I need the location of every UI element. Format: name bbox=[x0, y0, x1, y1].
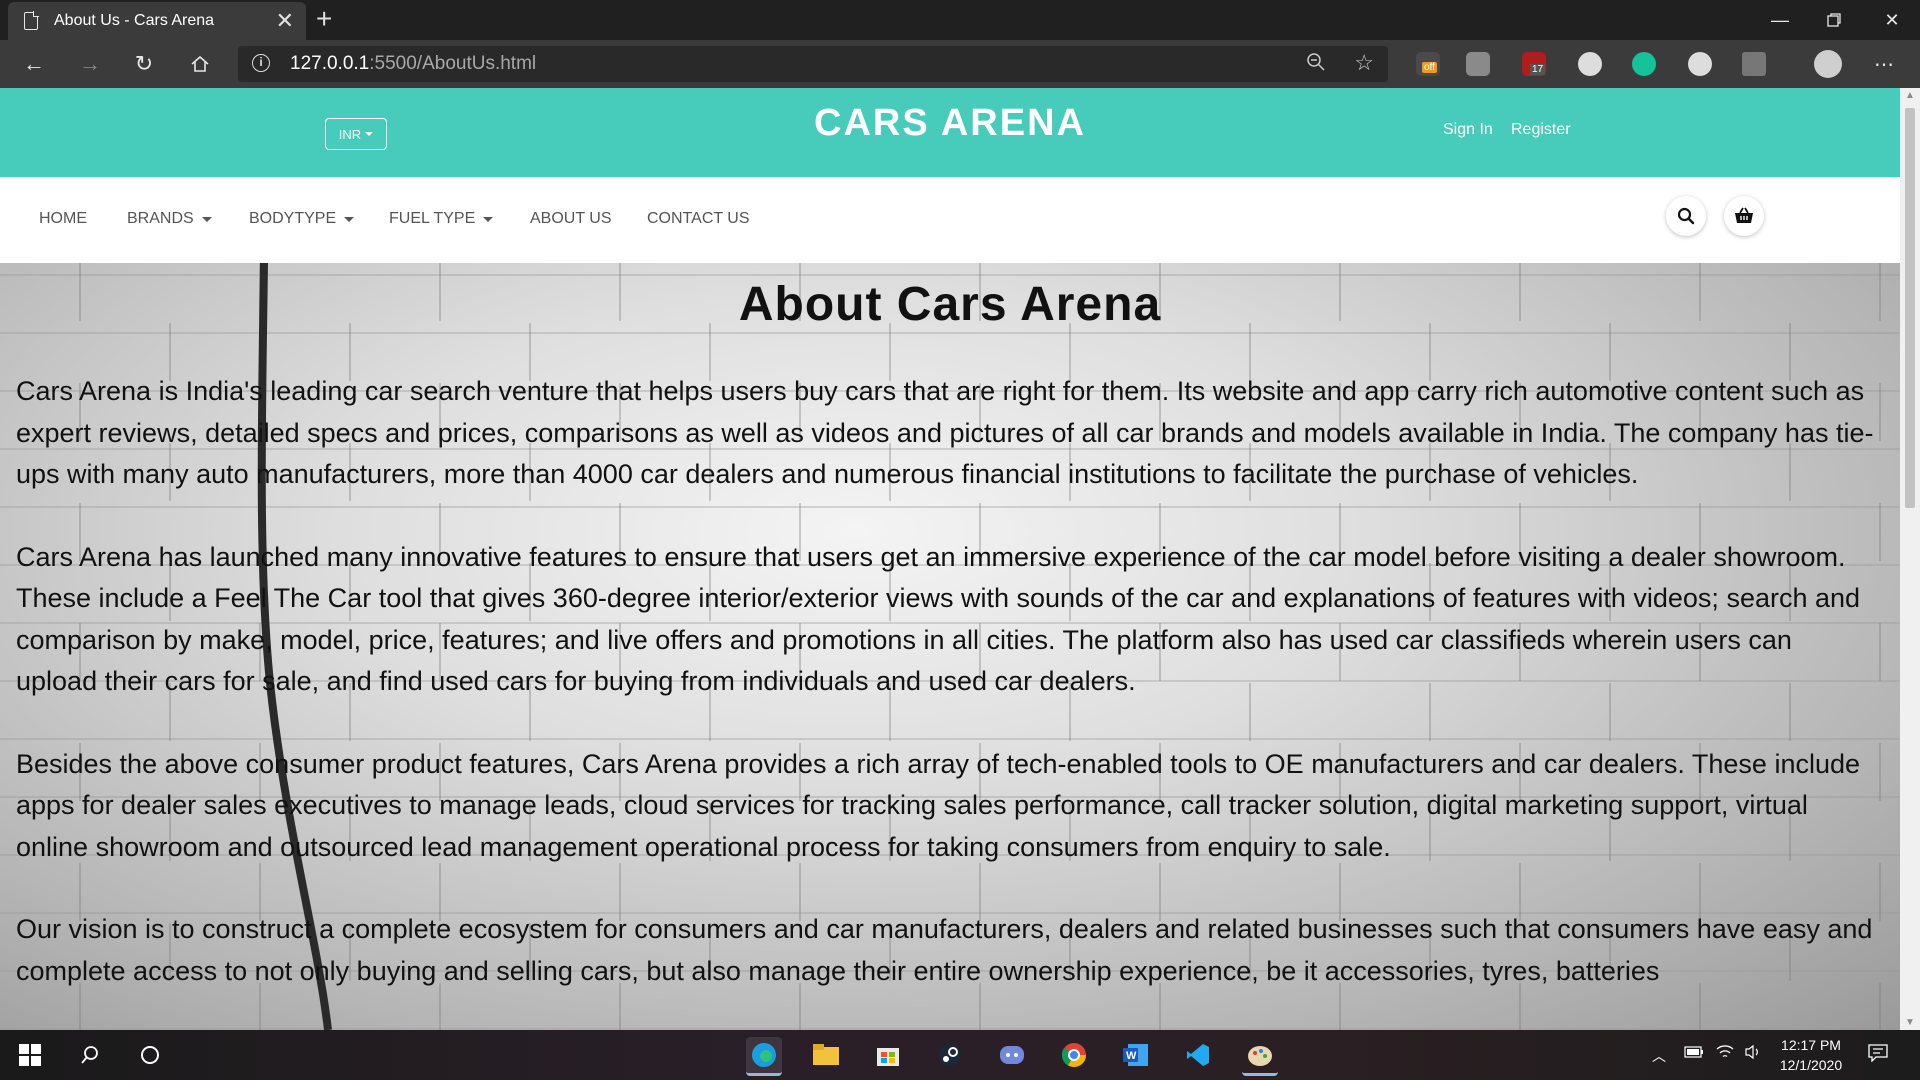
nav-brands[interactable]: BRANDS bbox=[127, 210, 212, 228]
browser-tab[interactable]: About Us - Cars Arena ✕ bbox=[8, 2, 306, 40]
about-section: About Cars Arena Cars Arena is India's l… bbox=[0, 263, 1900, 1030]
register-link[interactable]: Register bbox=[1511, 121, 1571, 139]
favorite-star-icon[interactable]: ☆ bbox=[1354, 50, 1374, 76]
browser-toolbar: ← → ↻ i 127.0.0.1:5500/AboutUs.html ☆ of… bbox=[0, 40, 1920, 88]
site-info-icon[interactable]: i bbox=[252, 54, 270, 72]
paint-icon[interactable] bbox=[1242, 1037, 1278, 1076]
about-body: Cars Arena is India's leading car search… bbox=[16, 371, 1878, 1030]
more-menu-icon[interactable]: ⋯ bbox=[1868, 48, 1900, 80]
about-paragraph: Cars Arena is India's leading car search… bbox=[16, 376, 1874, 489]
main-nav: HOME BRANDS BODYTYPE FUEL TYPE ABOUT US … bbox=[0, 177, 1900, 263]
refresh-icon[interactable]: ↻ bbox=[128, 48, 160, 80]
scrollbar-thumb[interactable] bbox=[1905, 108, 1915, 508]
file-explorer-icon[interactable] bbox=[808, 1037, 844, 1073]
scroll-up-icon[interactable]: ▲ bbox=[1900, 90, 1920, 101]
about-paragraph: Our vision is to construct a complete ec… bbox=[16, 914, 1873, 986]
extension-translate-icon[interactable] bbox=[1466, 52, 1490, 76]
chrome-icon[interactable] bbox=[1056, 1037, 1092, 1073]
search-button[interactable] bbox=[1666, 196, 1706, 236]
tab-close-icon[interactable]: ✕ bbox=[276, 8, 294, 34]
show-hidden-icons[interactable]: ︿ bbox=[1652, 1046, 1666, 1066]
profile-avatar[interactable] bbox=[1814, 50, 1842, 78]
new-tab-icon[interactable]: + bbox=[316, 3, 332, 35]
extension-ublock-icon[interactable]: 17 bbox=[1522, 52, 1546, 76]
steam-icon[interactable] bbox=[932, 1037, 968, 1073]
discord-icon[interactable] bbox=[994, 1037, 1030, 1073]
nav-fuel-type[interactable]: FUEL TYPE bbox=[389, 210, 494, 228]
basket-icon bbox=[1735, 207, 1753, 223]
about-paragraph: Cars Arena has launched many innovative … bbox=[16, 541, 1861, 697]
forward-icon[interactable]: → bbox=[74, 48, 106, 80]
windows-taskbar: W ︿ 12:17 PM 12/1/2020 bbox=[0, 1030, 1920, 1080]
caret-down-icon bbox=[483, 216, 494, 222]
site-logo[interactable]: CARS ARENA bbox=[0, 102, 1900, 145]
close-window-icon[interactable]: ✕ bbox=[1864, 0, 1920, 40]
scroll-down-icon[interactable]: ▼ bbox=[1900, 1017, 1920, 1028]
word-icon[interactable]: W bbox=[1118, 1037, 1154, 1073]
url-text: 127.0.0.1:5500/AboutUs.html bbox=[290, 53, 537, 74]
nav-about-us[interactable]: ABOUT US bbox=[530, 210, 612, 228]
back-icon[interactable]: ← bbox=[18, 48, 50, 80]
caret-down-icon bbox=[344, 216, 355, 222]
battery-icon[interactable] bbox=[1684, 1045, 1704, 1061]
extension-cast-icon[interactable] bbox=[1742, 52, 1766, 76]
nav-bodytype[interactable]: BODYTYPE bbox=[249, 210, 355, 228]
nav-home[interactable]: HOME bbox=[39, 210, 87, 228]
volume-icon[interactable] bbox=[1744, 1044, 1762, 1063]
web-page: INR CARS ARENA Sign In Register HOME BRA… bbox=[0, 88, 1900, 1030]
search-icon[interactable] bbox=[72, 1037, 108, 1073]
windows-start-icon[interactable] bbox=[12, 1037, 48, 1073]
svg-text:W: W bbox=[1126, 1050, 1137, 1062]
search-icon bbox=[1677, 207, 1695, 225]
about-title: About Cars Arena bbox=[738, 278, 1162, 331]
minimize-icon[interactable]: — bbox=[1752, 0, 1808, 40]
wifi-icon[interactable] bbox=[1716, 1044, 1734, 1063]
store-icon[interactable] bbox=[870, 1037, 906, 1073]
page-icon bbox=[24, 11, 39, 30]
tab-title: About Us - Cars Arena bbox=[54, 12, 215, 29]
extension-record-icon[interactable] bbox=[1688, 52, 1712, 76]
clock-date: 12/1/2020 bbox=[1779, 1057, 1843, 1073]
nav-contact-us[interactable]: CONTACT US bbox=[647, 210, 750, 228]
about-paragraph: Besides the above consumer product featu… bbox=[16, 748, 1861, 862]
extension-circle-icon[interactable] bbox=[1578, 52, 1602, 76]
zoom-icon[interactable] bbox=[1306, 52, 1326, 78]
page-scrollbar[interactable]: ▲ ▼ bbox=[1900, 88, 1920, 1030]
clock[interactable]: 12:17 PM 12/1/2020 bbox=[1776, 1035, 1846, 1075]
address-bar[interactable]: i 127.0.0.1:5500/AboutUs.html ☆ bbox=[238, 46, 1388, 82]
home-icon[interactable] bbox=[184, 48, 216, 80]
notifications-icon[interactable] bbox=[1868, 1044, 1888, 1065]
extension-grammarly-icon[interactable] bbox=[1632, 52, 1656, 76]
cart-button[interactable] bbox=[1724, 196, 1764, 236]
extension-shop-icon[interactable]: off bbox=[1416, 52, 1440, 76]
clock-time: 12:17 PM bbox=[1781, 1037, 1841, 1053]
sign-in-link[interactable]: Sign In bbox=[1443, 121, 1493, 139]
browser-titlebar: About Us - Cars Arena ✕ + — ✕ bbox=[0, 0, 1920, 40]
edge-browser-icon[interactable] bbox=[746, 1037, 782, 1076]
vscode-icon[interactable] bbox=[1180, 1037, 1216, 1073]
restore-icon[interactable] bbox=[1806, 0, 1862, 40]
caret-down-icon bbox=[201, 216, 212, 222]
cortana-icon[interactable] bbox=[132, 1037, 168, 1073]
site-header: INR CARS ARENA Sign In Register bbox=[0, 88, 1900, 177]
